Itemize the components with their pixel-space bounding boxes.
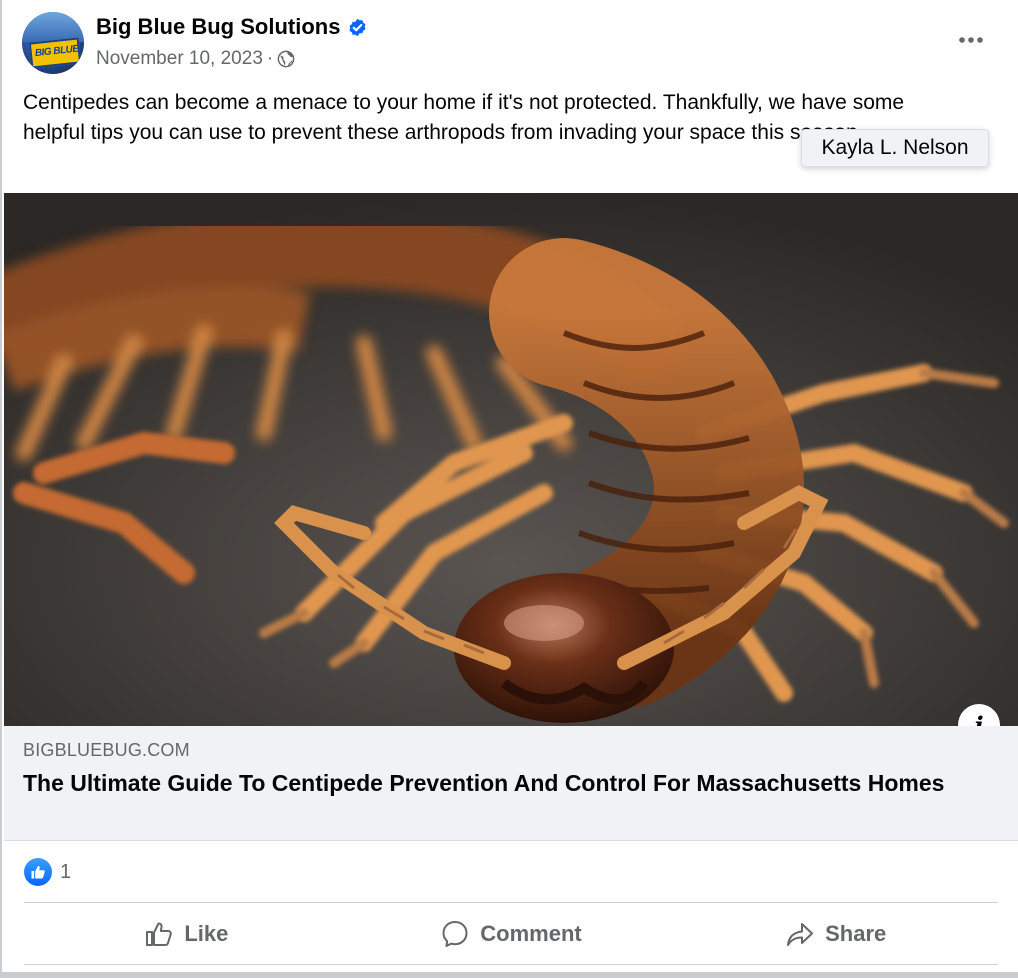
page-name-row: Big Blue Bug Solutions xyxy=(96,14,367,40)
actions-divider-bottom xyxy=(24,964,998,965)
share-icon xyxy=(787,923,814,946)
page-avatar[interactable]: BIG BLUE BUG SOLUTIONS xyxy=(22,12,84,74)
share-label: Share xyxy=(825,921,887,946)
avatar-sign: BIG BLUE BUG SOLUTIONS xyxy=(28,35,84,69)
link-preview[interactable]: BIGBLUEBUG.COM The Ultimate Guide To Cen… xyxy=(4,726,1018,841)
globe-icon[interactable] xyxy=(277,50,295,68)
meta-separator: · xyxy=(266,48,274,69)
share-button[interactable]: Share xyxy=(673,906,998,962)
reaction-count: 1 xyxy=(60,860,72,883)
comment-icon xyxy=(442,921,468,947)
post-card: BIG BLUE BUG SOLUTIONS Big Blue Bug Solu… xyxy=(0,0,1018,978)
thumbs-up-icon xyxy=(24,858,52,886)
reaction-summary[interactable]: 1 xyxy=(24,858,71,886)
action-bar: Like Comment Share xyxy=(24,906,998,962)
like-icon xyxy=(146,922,173,946)
link-preview-image[interactable] xyxy=(4,193,1018,726)
centipede-photo xyxy=(4,193,1018,726)
post-date[interactable]: November 10, 2023 xyxy=(96,48,263,70)
more-dots-icon[interactable] xyxy=(954,26,988,54)
comment-button[interactable]: Comment xyxy=(349,906,674,962)
link-headline: The Ultimate Guide To Centipede Preventi… xyxy=(23,770,945,796)
page-name-link[interactable]: Big Blue Bug Solutions xyxy=(96,14,340,40)
verified-badge-icon xyxy=(349,18,366,36)
like-button[interactable]: Like xyxy=(24,906,349,962)
author-tooltip: Kayla L. Nelson xyxy=(801,129,989,167)
actions-divider-top xyxy=(24,902,998,903)
like-label: Like xyxy=(184,921,229,946)
link-domain: BIGBLUEBUG.COM xyxy=(23,740,190,760)
comment-label: Comment xyxy=(480,921,582,946)
post-meta: November 10, 2023 · xyxy=(96,48,295,70)
